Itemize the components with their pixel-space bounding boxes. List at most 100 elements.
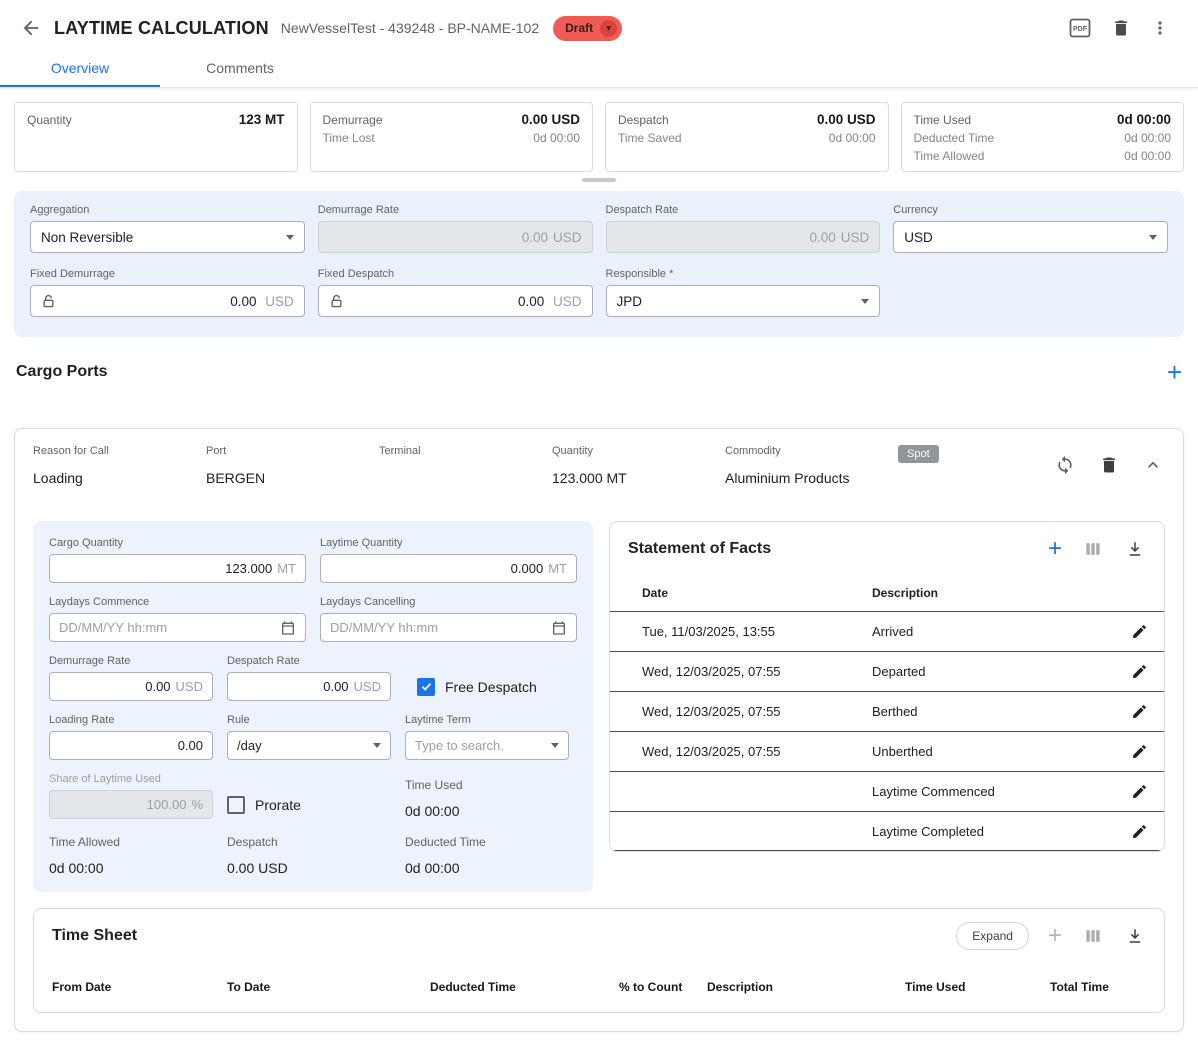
rule-field: Rule /day (227, 714, 391, 760)
field-value: 123.000 (225, 561, 272, 576)
fixed-demurrage-input[interactable]: 0.00 USD (30, 285, 305, 317)
laytime-quantity-field: Laytime Quantity 0.000 MT (320, 537, 577, 583)
laytime-term-placeholder: Type to search. (415, 738, 504, 753)
summary-subvalue: 0d 00:00 (829, 131, 876, 145)
aggregation-select[interactable]: Non Reversible (30, 221, 305, 253)
edit-sof-row-button[interactable] (1129, 781, 1150, 802)
summary-label: Time Used (914, 113, 972, 127)
sof-columns-button[interactable] (1081, 537, 1105, 561)
tab-overview[interactable]: Overview (0, 50, 160, 87)
back-button[interactable] (18, 15, 44, 41)
field-unit: MT (548, 561, 567, 576)
port-despatch-rate-input[interactable]: 0.00 USD (227, 672, 391, 701)
expand-button[interactable]: Expand (956, 922, 1029, 950)
sync-port-button[interactable] (1053, 453, 1077, 477)
fixed-demurrage-field: Fixed Demurrage 0.00 USD (30, 268, 305, 317)
sof-row: Laytime Completed (610, 811, 1164, 851)
summary-card-demurrage: Demurrage0.00 USD Time Lost0d 00:00 (310, 102, 594, 172)
more-menu-button[interactable] (1148, 16, 1172, 40)
edit-sof-row-button[interactable] (1129, 741, 1150, 762)
edit-sof-row-button[interactable] (1129, 821, 1150, 842)
status-badge[interactable]: Draft ▾ (553, 16, 622, 41)
field-unit: USD (354, 679, 381, 694)
summary-value: 0.00 USD (521, 112, 580, 127)
free-despatch-checkbox[interactable]: Free Despatch (417, 672, 537, 701)
calendar-icon[interactable] (280, 620, 296, 636)
edit-sof-row-button[interactable] (1129, 661, 1150, 682)
laydays-cancelling-input[interactable] (320, 613, 577, 642)
time-sheet-title: Time Sheet (52, 927, 137, 945)
collapse-port-button[interactable] (1141, 453, 1165, 477)
readout-value: 0d 00:00 (405, 860, 569, 876)
calendar-icon[interactable] (551, 620, 567, 636)
responsible-select[interactable]: JPD (606, 285, 881, 317)
field-label: Aggregation (30, 204, 305, 216)
field-label: Laydays Cancelling (320, 596, 577, 608)
add-cargo-port-button[interactable]: + (1167, 362, 1182, 382)
page-subtitle: NewVesselTest - 439248 - BP-NAME-102 (281, 20, 539, 36)
port-demurrage-rate-input[interactable]: 0.00 USD (49, 672, 213, 701)
summary-subvalue: 0d 00:00 (1124, 149, 1171, 163)
responsible-field: Responsible * JPD (606, 268, 881, 317)
field-label: Loading Rate (49, 714, 213, 726)
delete-port-button[interactable] (1097, 453, 1121, 477)
field-value: 100.00 (147, 797, 187, 812)
timesheet-download-button[interactable] (1124, 925, 1146, 947)
loading-rate-input[interactable]: 0.00 (49, 731, 213, 760)
readout-value: 0.00 USD (227, 860, 391, 876)
summary-value: 123 MT (239, 112, 285, 127)
aggregation-value: Non Reversible (41, 230, 133, 245)
columns-icon (1083, 926, 1103, 946)
status-badge-label: Draft (565, 21, 593, 35)
field-unit: USD (841, 230, 870, 245)
prorate-checkbox[interactable]: Prorate (227, 790, 391, 819)
laytime-quantity-input[interactable]: 0.000 MT (320, 554, 577, 583)
chevron-up-icon (1143, 455, 1163, 475)
laytime-term-select[interactable]: Type to search. (405, 731, 569, 760)
add-sof-row-button[interactable]: + (1048, 540, 1062, 558)
export-pdf-button[interactable]: PDF (1066, 14, 1094, 42)
sof-date: Wed, 12/03/2025, 07:55 (642, 744, 872, 759)
sof-description: Berthed (872, 704, 1129, 719)
summary-label: Quantity (27, 113, 72, 127)
cargo-quantity-input[interactable]: 123.000 MT (49, 554, 306, 583)
demurrage-rate-field: Demurrage Rate 0.00 USD (318, 204, 593, 253)
sof-download-button[interactable] (1124, 538, 1146, 560)
laydays-commence-text-input[interactable] (59, 620, 274, 635)
field-label: Laytime Quantity (320, 537, 577, 549)
cargo-ports-header: Cargo Ports + (16, 362, 1182, 382)
ts-col-deducted-time: Deducted Time (430, 980, 619, 994)
edit-sof-row-button[interactable] (1129, 701, 1150, 722)
laydays-commence-input[interactable] (49, 613, 306, 642)
laydays-commence-field: Laydays Commence (49, 596, 306, 642)
resize-handle[interactable] (582, 178, 616, 182)
pencil-icon (1131, 823, 1148, 840)
tab-comments-label: Comments (206, 60, 274, 76)
checkbox-unchecked-icon (227, 796, 245, 814)
rule-select[interactable]: /day (227, 731, 391, 760)
fixed-despatch-input[interactable]: 0.00 USD (318, 285, 593, 317)
pencil-icon (1131, 703, 1148, 720)
currency-value: USD (904, 230, 933, 245)
currency-select[interactable]: USD (893, 221, 1168, 253)
summary-card-despatch: Despatch0.00 USD Time Saved0d 00:00 (605, 102, 889, 172)
ts-col-percent-to-count: % to Count (619, 980, 707, 994)
field-label: Share of Laytime Used (49, 773, 213, 785)
time-sheet-actions: Expand + (956, 922, 1146, 950)
port-column: Port BERGEN (206, 445, 379, 487)
readout-value: 0d 00:00 (49, 860, 213, 876)
laydays-cancelling-text-input[interactable] (330, 620, 545, 635)
edit-sof-row-button[interactable] (1129, 621, 1150, 642)
add-timesheet-row-button[interactable]: + (1048, 927, 1062, 945)
port-value: BERGEN (206, 470, 371, 487)
field-value: 0.00 (518, 294, 544, 309)
checkbox-checked-icon (417, 678, 435, 696)
delete-button[interactable] (1109, 16, 1133, 40)
header-actions: PDF (1066, 14, 1172, 42)
tab-comments[interactable]: Comments (160, 50, 320, 87)
chevron-down-icon (286, 235, 294, 240)
chevron-down-icon (861, 299, 869, 304)
field-label: Cargo Quantity (49, 537, 306, 549)
time-allowed-readout: Time Allowed 0d 00:00 (49, 835, 213, 876)
timesheet-columns-button[interactable] (1081, 924, 1105, 948)
